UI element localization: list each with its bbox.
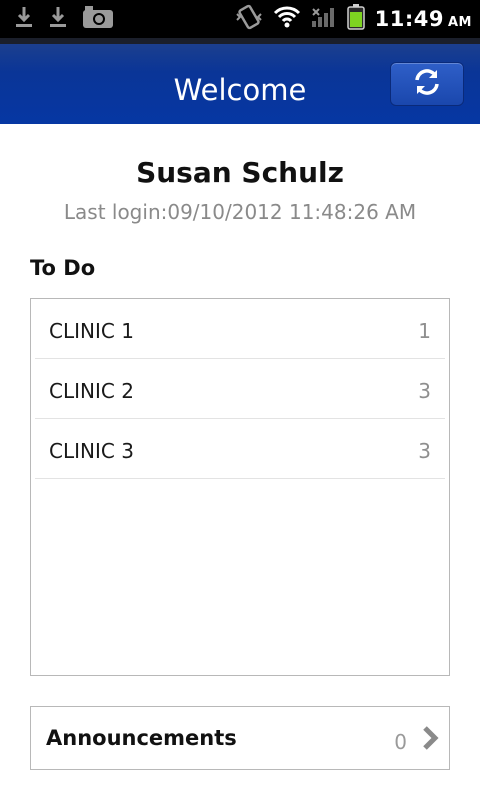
last-login: Last login:09/10/2012 11:48:26 AM: [63, 200, 417, 224]
todo-item-count: 1: [418, 319, 431, 343]
system-icons: 11:49 AM: [235, 4, 472, 34]
wifi-icon: [273, 5, 301, 33]
todo-item-count: 3: [418, 379, 431, 403]
camera-icon: [82, 5, 114, 33]
announcements-count: 0: [394, 730, 407, 754]
todo-heading: To Do: [30, 256, 96, 280]
todo-item-clinic-1[interactable]: CLINIC 1 1: [35, 299, 445, 359]
todo-item-count: 3: [418, 439, 431, 463]
app-header: Welcome: [0, 38, 480, 124]
user-name: Susan Schulz: [136, 156, 344, 189]
signal-icon: [311, 5, 337, 33]
clock: 11:49 AM: [374, 7, 472, 31]
announcements-row[interactable]: Announcements 0: [30, 706, 450, 770]
todo-item-label: CLINIC 3: [49, 439, 134, 463]
vibrate-icon: [235, 4, 263, 34]
todo-list: CLINIC 1 1 CLINIC 2 3 CLINIC 3 3: [30, 298, 450, 676]
todo-item-label: CLINIC 2: [49, 379, 134, 403]
battery-icon: [346, 4, 365, 34]
refresh-icon: [411, 66, 443, 102]
announcements-label: Announcements: [46, 726, 237, 750]
download-icon: [14, 6, 34, 32]
refresh-button[interactable]: [390, 62, 464, 106]
notification-icons: [14, 6, 128, 32]
chevron-right-icon: [421, 725, 441, 755]
download-icon: [48, 6, 68, 32]
todo-item-label: CLINIC 1: [49, 319, 134, 343]
todo-item-clinic-3[interactable]: CLINIC 3 3: [35, 419, 445, 479]
todo-item-clinic-2[interactable]: CLINIC 2 3: [35, 359, 445, 419]
status-bar: 11:49 AM: [0, 0, 480, 38]
